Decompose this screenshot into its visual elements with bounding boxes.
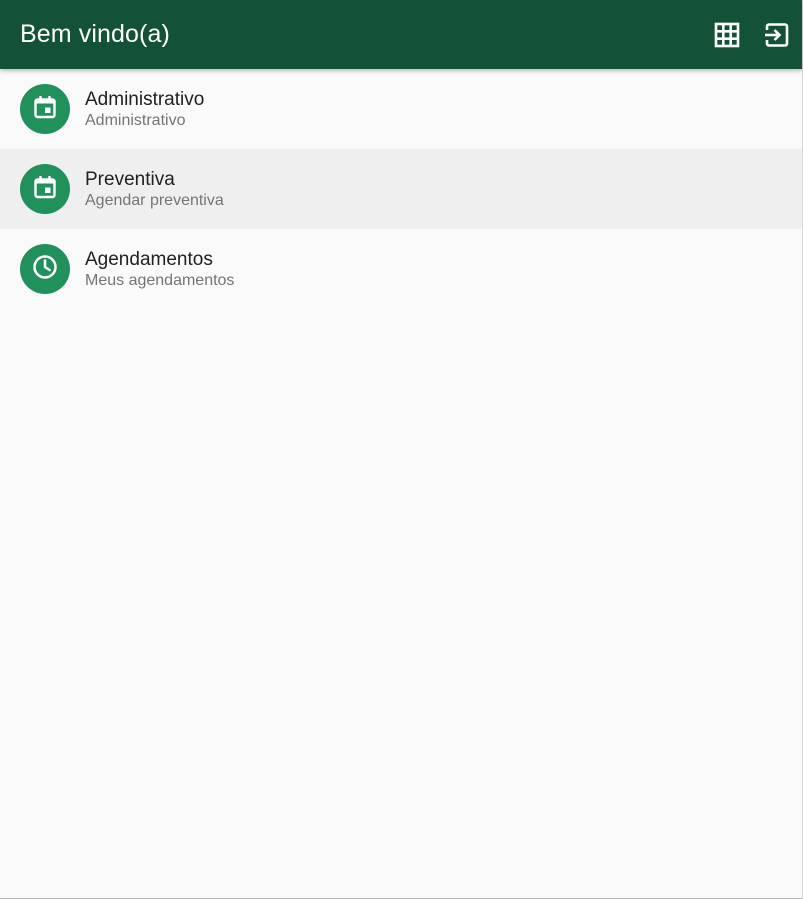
calendar-event-icon [32, 94, 58, 125]
app-bar: Bem vindo(a) [0, 0, 802, 69]
list-item-title: Preventiva [85, 168, 175, 190]
list-item-subtitle: Administrativo [85, 111, 186, 129]
list-item-agendamentos[interactable]: Agendamentos Meus agendamentos [0, 229, 802, 309]
app-screen: Bem vindo(a) Administrativo Administrati… [0, 0, 803, 899]
clock-icon [31, 253, 59, 286]
menu-list: Administrativo Administrativo Preventiva [0, 69, 802, 309]
grid-button[interactable] [702, 0, 752, 69]
grid-icon [714, 22, 740, 48]
list-item-title: Administrativo [85, 88, 205, 110]
avatar [20, 84, 70, 134]
logout-icon [764, 22, 790, 48]
list-item-administrativo[interactable]: Administrativo Administrativo [0, 69, 802, 149]
page-title: Bem vindo(a) [20, 20, 170, 48]
list-item-preventiva[interactable]: Preventiva Agendar preventiva [0, 149, 802, 229]
avatar [20, 244, 70, 294]
list-item-title: Agendamentos [85, 248, 213, 270]
list-item-subtitle: Meus agendamentos [85, 271, 235, 289]
list-item-text: Preventiva Agendar preventiva [85, 168, 224, 211]
avatar [20, 164, 70, 214]
list-item-text: Agendamentos Meus agendamentos [85, 248, 234, 291]
list-item-subtitle: Agendar preventiva [85, 191, 224, 209]
app-bar-actions [702, 0, 802, 69]
list-item-text: Administrativo Administrativo [85, 88, 204, 131]
calendar-event-icon [32, 174, 58, 205]
logout-button[interactable] [752, 0, 802, 69]
